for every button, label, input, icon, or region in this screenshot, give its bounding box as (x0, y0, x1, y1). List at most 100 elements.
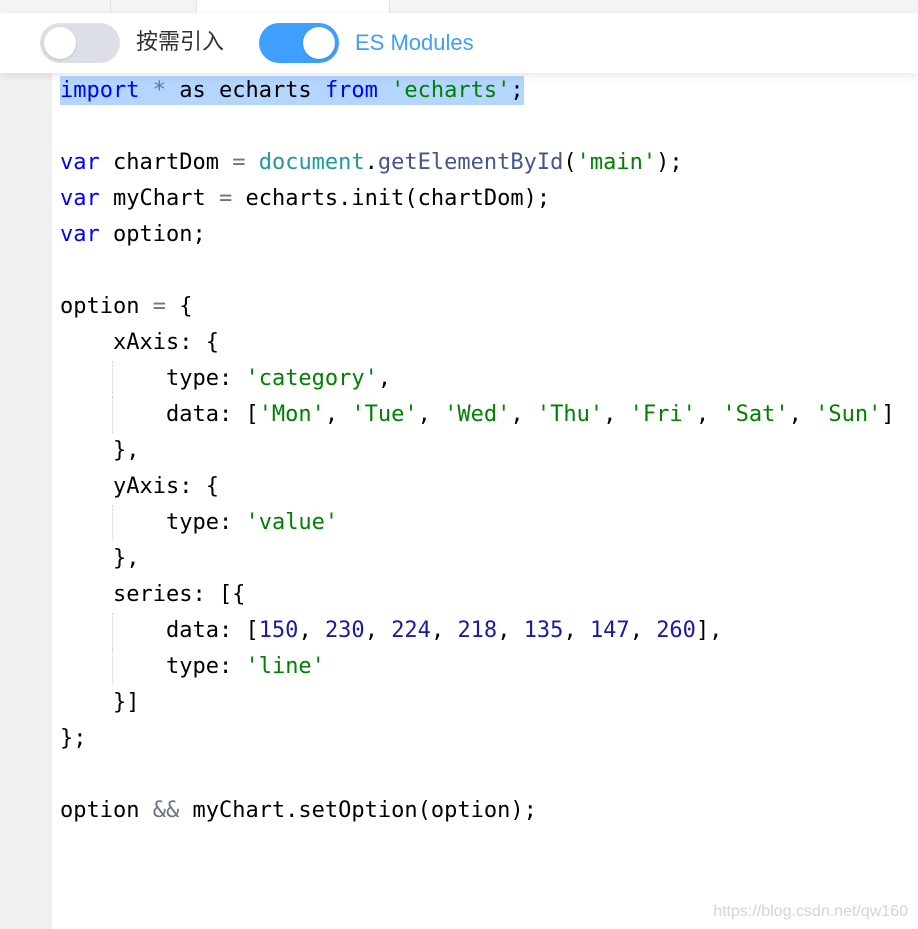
code-line-3: var chartDom = document.getElementById('… (60, 145, 918, 181)
token-number: 224 (391, 618, 431, 643)
token-operator: && (152, 798, 180, 823)
token-text: chartDom (99, 150, 233, 175)
toggle-knob (44, 27, 76, 59)
editor-toolbar: 按需引入 ES Modules (0, 13, 918, 73)
code-line-13: type: 'value' (60, 505, 918, 541)
token-text: }] (60, 690, 140, 715)
token-string: 'line' (245, 654, 325, 679)
code-line-9: type: 'category', (60, 361, 918, 397)
token-text: { (165, 294, 193, 319)
editor-gutter (0, 73, 52, 929)
token-number: 230 (324, 618, 365, 643)
token-text: ( (563, 150, 577, 175)
token-operator: = (232, 150, 246, 175)
token-text: , (563, 618, 590, 643)
token-text: , (510, 402, 537, 427)
token-operator: = (218, 186, 233, 211)
token-string: 'value' (245, 510, 339, 535)
indent-guide (112, 361, 113, 397)
token-string: 'category' (245, 366, 378, 391)
token-text: type: (165, 366, 246, 391)
token-text: ); (656, 150, 683, 175)
token-keyword: import (60, 78, 140, 103)
token-text: }, (60, 438, 140, 463)
token-text: type: (165, 510, 246, 535)
token-string: 'echarts' (391, 78, 511, 103)
token-text: }; (60, 726, 87, 751)
code-line-1: import * as echarts from 'echarts'; (60, 73, 918, 109)
indent-guide (112, 397, 113, 433)
token-text: , (603, 402, 630, 427)
indent-guide (112, 649, 113, 685)
token-text: as echarts (165, 78, 325, 103)
token-keyword: var (60, 150, 100, 175)
code-editor[interactable]: import * as echarts from 'echarts'; var … (60, 73, 918, 829)
on-demand-import-toggle[interactable] (40, 23, 120, 63)
indent-guide (112, 613, 113, 649)
token-string: 'Wed' (444, 402, 511, 427)
es-modules-toggle[interactable] (259, 23, 339, 63)
code-line-7: option = { (60, 289, 918, 325)
token-text: , (497, 618, 524, 643)
watermark-url: https://blog.csdn.net/qw160 (713, 903, 908, 920)
tab-divider (110, 0, 111, 13)
token-text: , (298, 618, 325, 643)
token-text: data: [ (165, 618, 259, 643)
token-number: 260 (656, 618, 696, 643)
token-text: myChart.setOption(option); (179, 798, 537, 823)
code-line-16: data: [150, 230, 224, 218, 135, 147, 260… (60, 613, 918, 649)
token-text: option (60, 798, 153, 823)
token-text: }, (60, 546, 140, 571)
token-text: ] (881, 402, 895, 427)
code-line-12: yAxis: { (60, 469, 918, 505)
tab-active[interactable] (196, 0, 390, 13)
code-line-15: series: [{ (60, 577, 918, 613)
token-string: 'Fri' (629, 402, 696, 427)
token-keyword: var (60, 222, 100, 247)
on-demand-import-label[interactable]: 按需引入 (136, 27, 224, 59)
token-number: 150 (258, 618, 299, 643)
token-text: option (60, 294, 153, 319)
token-number: 135 (523, 618, 564, 643)
code-line-5: var option; (60, 217, 918, 253)
token-text: ], (695, 618, 723, 643)
token-string: 'Tue' (351, 402, 418, 427)
token-text: echarts.init(chartDom); (232, 186, 551, 211)
token-string: 'Thu' (536, 402, 604, 427)
indent-guide (112, 505, 113, 541)
token-text: option; (99, 222, 206, 247)
code-line-4: var myChart = echarts.init(chartDom); (60, 181, 918, 217)
es-modules-label[interactable]: ES Modules (355, 27, 474, 59)
selection-highlight: import * as echarts from 'echarts'; (60, 76, 524, 105)
token-text: series: [{ (60, 582, 246, 607)
code-line-11: }, (60, 433, 918, 469)
token-keyword: from (324, 78, 378, 103)
token-global: document (258, 150, 365, 175)
token-text: xAxis: { (60, 330, 219, 355)
token-string: 'Sat' (722, 402, 789, 427)
token-text: , (417, 402, 445, 427)
token-text: , (364, 618, 392, 643)
code-line-17: type: 'line' (60, 649, 918, 685)
token-text: , (788, 402, 816, 427)
token-text: , (430, 618, 458, 643)
token-text: data: [ (165, 402, 259, 427)
tab-bar (0, 0, 918, 13)
code-line-14: }, (60, 541, 918, 577)
token-text: yAxis: { (60, 474, 219, 499)
token-text: , (695, 402, 723, 427)
token-number: 218 (457, 618, 498, 643)
token-text: . (364, 150, 378, 175)
token-string: 'main' (576, 150, 657, 175)
token-text: , (377, 366, 392, 391)
code-line-19: }; (60, 721, 918, 757)
token-string: 'Mon' (258, 402, 325, 427)
toggle-knob (303, 27, 335, 59)
token-text: myChart (99, 186, 219, 211)
token-text: , (324, 402, 352, 427)
code-line-10: data: ['Mon', 'Tue', 'Wed', 'Thu', 'Fri'… (60, 397, 918, 433)
code-line-18: }] (60, 685, 918, 721)
